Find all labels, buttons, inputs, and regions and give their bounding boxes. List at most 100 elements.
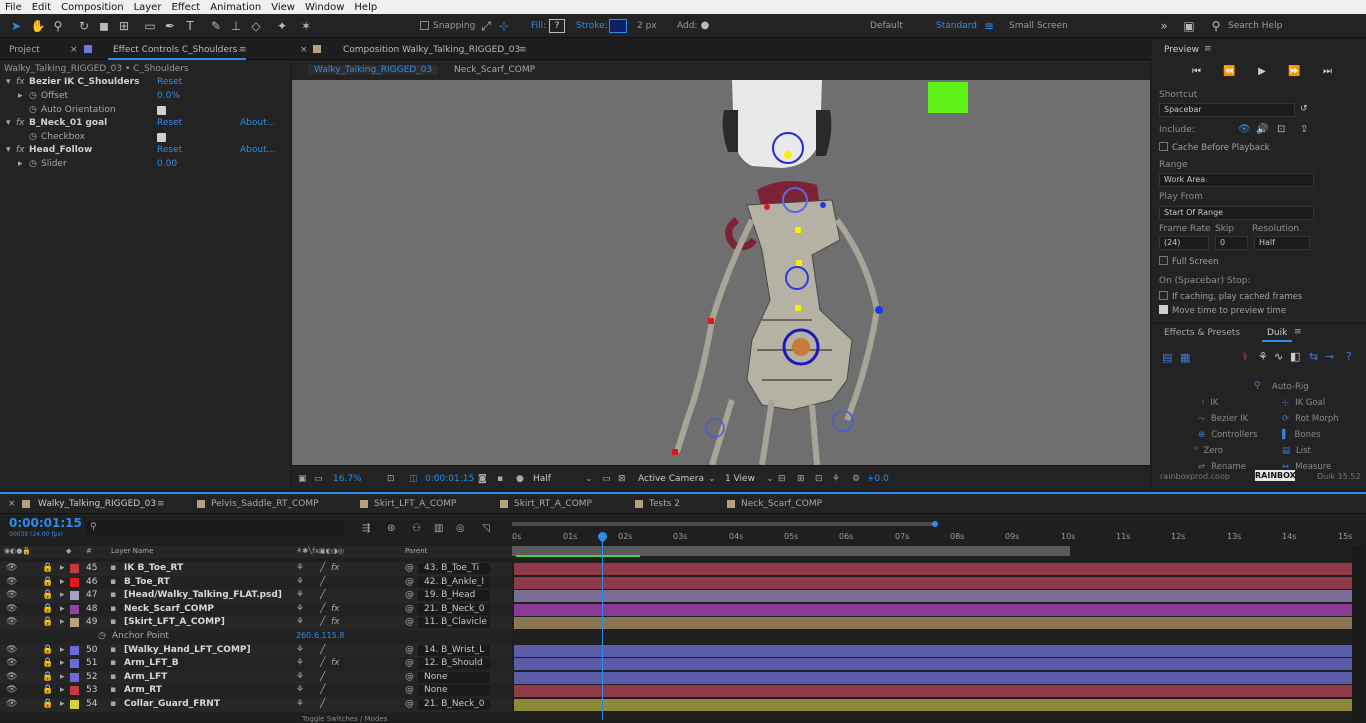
snap-options-icon[interactable]: ⊹ [496,18,512,34]
quality-switch-icon[interactable]: ╱ [320,577,325,587]
disclosure-triangle-icon[interactable]: ▸ [60,563,65,573]
disclosure-triangle-icon[interactable]: ▸ [60,590,65,600]
play-icon[interactable]: ▶ [1258,66,1266,77]
menu-edit[interactable]: Edit [27,2,56,13]
comp-mini-flowchart-icon[interactable]: ⇶ [362,523,370,534]
timeline-scrollbar[interactable] [1352,546,1364,722]
close-icon[interactable]: × [8,499,16,509]
export-icon[interactable]: ⇪ [1300,124,1308,135]
fx-switch[interactable]: fx [331,604,340,614]
about-button[interactable]: About... [240,145,275,155]
panel-menu-icon[interactable]: ≡ [519,45,527,55]
include-video-icon[interactable]: 👁 [1238,124,1251,135]
lock-icon[interactable]: 🔒 [42,563,53,573]
layer-duration-bar[interactable] [514,590,1352,603]
bones-button[interactable]: ▌ Bones [1282,430,1321,440]
workspace-default[interactable]: Default [870,21,903,31]
shy-switch-icon[interactable]: ⚘ [296,699,304,709]
stopwatch-icon[interactable]: ◷ [29,91,37,101]
lock-icon[interactable]: 🔒 [42,590,53,600]
pickwhip-icon[interactable]: @ [405,617,414,627]
subtab-rigged[interactable]: Walky_Talking_RIGGED_03 [308,65,439,75]
about-button[interactable]: About... [240,118,275,128]
camera-tool-icon[interactable]: ◼ [96,18,112,34]
cache-before-playback-checkbox[interactable]: Cache Before Playback [1159,142,1270,153]
fx-icon[interactable]: fx [16,77,25,87]
layer-duration-bar[interactable] [514,617,1352,630]
hand-tool-icon[interactable]: ✋ [30,18,46,34]
fx-icon[interactable]: fx [16,145,25,155]
menu-file[interactable]: File [0,2,27,13]
layer-row[interactable]: 👁 🔒 ▸ 46 ▪ B_Toe_RT ⚘ ╱ @42. B_Ankle_l [0,575,512,590]
workspace-standard[interactable]: Standard [936,21,977,31]
offset-value[interactable]: 0.0% [157,91,180,101]
fill-swatch[interactable]: ? [549,19,565,33]
workspace-menu-icon[interactable]: ≡ [981,18,997,34]
draft-3d-icon[interactable]: ⊛ [387,523,395,534]
workspace-small-screen[interactable]: Small Screen [1009,21,1068,31]
camera-dropdown[interactable]: Active Camera [638,474,704,484]
timeline-icon[interactable]: ⊡ [815,474,823,484]
snapping-checkbox[interactable] [420,21,429,30]
tab-duik[interactable]: Duik [1267,328,1287,338]
region-of-interest-icon[interactable]: ▭ [602,474,611,484]
move-time-checkbox[interactable]: Move time to preview time [1159,305,1286,316]
safe-areas-icon[interactable]: ⊡ [387,474,395,484]
quality-switch-icon[interactable]: ╱ [320,699,325,709]
reset-icon[interactable]: ↺ [1300,104,1308,114]
lock-icon[interactable]: 🔒 [42,685,53,695]
next-frame-icon[interactable]: ⏩ [1288,66,1300,77]
disclosure-triangle-icon[interactable]: ▸ [60,699,65,709]
slider-value[interactable]: 0.00 [157,159,177,169]
label-color-swatch[interactable] [70,577,79,587]
visibility-eye-icon[interactable]: 👁 [6,699,17,709]
shy-switch-icon[interactable]: ⚘ [296,685,304,695]
layer-duration-bar[interactable] [514,603,1352,616]
menu-composition[interactable]: Composition [56,2,128,13]
previous-frame-icon[interactable]: ⏪ [1223,66,1235,77]
play-from-dropdown[interactable]: Start Of Range [1159,206,1314,220]
zoom-tool-icon[interactable]: ⚲ [50,18,66,34]
visibility-eye-icon[interactable]: 👁 [6,617,17,627]
disclosure-triangle-icon[interactable]: ▸ [60,645,65,655]
disclosure-triangle-icon[interactable]: ▸ [18,159,23,169]
last-frame-icon[interactable]: ⏭ [1323,66,1332,77]
add-icon[interactable]: ● [697,18,713,34]
shy-switch-icon[interactable]: ⚘ [296,577,304,587]
rotate-tool-icon[interactable]: ↻ [76,18,92,34]
views-dropdown[interactable]: 1 View [725,474,755,484]
layer-name[interactable]: [Skirt_LFT_A_COMP] [124,617,225,627]
disclosure-triangle-icon[interactable]: ▸ [60,672,65,682]
panel-menu-icon[interactable]: ≡ [1204,44,1212,54]
layer-row[interactable]: 👁 🔒 ▸ 49 ▪ [Skirt_LFT_A_COMP] ⚘ ╱ fx @11. B_Clavi… [0,616,512,630]
disclosure-triangle-icon[interactable]: ▸ [60,658,65,668]
visibility-eye-icon[interactable]: 👁 [6,563,17,573]
stopwatch-icon[interactable]: ◷ [29,159,37,169]
menu-view[interactable]: View [266,2,300,13]
duik-rigging-icon[interactable]: ⚕ [1242,350,1248,363]
toggle-switches-modes[interactable]: Toggle Switches / Modes [302,715,387,723]
menu-animation[interactable]: Animation [205,2,266,13]
show-snapshot-icon[interactable]: ▪ [497,474,503,484]
menu-window[interactable]: Window [300,2,349,13]
pickwhip-icon[interactable]: @ [405,645,414,655]
graph-editor-icon[interactable]: ◹ [482,523,490,534]
stroke-swatch[interactable] [609,19,627,33]
duik-tools-icon[interactable]: ⊸ [1325,350,1334,363]
parent-dropdown[interactable]: 11. B_Clavicle [418,617,490,629]
timeline-tab-pelvis[interactable]: Pelvis_Saddle_RT_COMP [211,499,319,509]
type-tool-icon[interactable]: T [182,18,198,34]
pen-tool-icon[interactable]: ✒ [162,18,178,34]
stopwatch-icon[interactable]: ◷ [29,105,37,115]
parent-dropdown[interactable]: 21. B_Neck_0 [418,699,490,710]
if-caching-checkbox[interactable]: If caching, play cached frames [1159,291,1302,302]
parent-dropdown[interactable]: 19. B_Head [418,590,490,602]
shy-switch-icon[interactable]: ⚘ [296,645,304,655]
clone-stamp-tool-icon[interactable]: ⊥ [228,18,244,34]
layer-row[interactable]: 👁 🔒 ▸ 53 ▪ Arm_RT ⚘ ╱ @ None [0,684,512,698]
search-help-input[interactable]: Search Help [1228,21,1282,31]
include-audio-icon[interactable]: 🔊 [1256,124,1268,135]
resolution-dropdown[interactable]: Half [1254,236,1310,250]
disclosure-triangle-icon[interactable]: ▸ [60,577,65,587]
color-channel-icon[interactable]: ● [516,474,524,484]
